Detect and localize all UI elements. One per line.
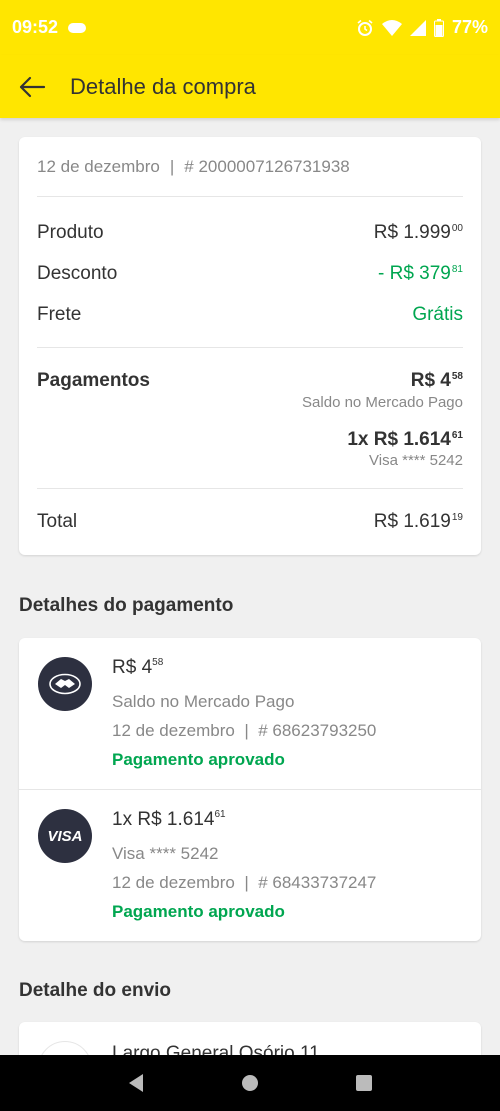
payment-method: Saldo no Mercado Pago: [112, 692, 295, 711]
payment-amount: 1x R$ 1.61461: [112, 809, 226, 830]
payment-amount: R$ 458: [112, 657, 164, 678]
payments-label: Pagamentos: [37, 370, 150, 391]
alarm-icon: [357, 19, 373, 36]
discount-value: - R$ 37981: [378, 263, 463, 284]
payment-date-id: 12 de dezembro | # 68433737247: [112, 873, 377, 892]
system-nav-bar: [0, 1055, 500, 1111]
status-time: 09:52: [12, 17, 59, 37]
location-icon: [38, 1041, 92, 1055]
discount-row: Desconto - R$ 37981: [37, 259, 463, 289]
total-value: R$ 1.61919: [373, 511, 463, 532]
arrow-left-icon: [19, 76, 46, 97]
shipping-label: Frete: [37, 304, 82, 325]
payment-status: Pagamento aprovado: [112, 902, 285, 921]
payment-2-row: 1x R$ 1.61461: [37, 428, 463, 452]
payment-item[interactable]: VISA 1x R$ 1.61461 Visa **** 5242 12 de …: [19, 790, 481, 941]
payment-2-value: 1x R$ 1.61461: [347, 429, 463, 450]
mercado-pago-handshake-icon: [38, 657, 92, 711]
summary-divider: [37, 488, 463, 489]
notification-icon: [68, 22, 87, 33]
payment-method: Visa **** 5242: [112, 844, 219, 863]
nav-recents-icon[interactable]: [355, 1074, 373, 1092]
payment-details-card: R$ 458 Saldo no Mercado Pago 12 de dezem…: [19, 638, 481, 941]
payment-1-method: Saldo no Mercado Pago: [302, 394, 463, 411]
status-icons: 77%: [356, 17, 488, 38]
order-separator: |: [169, 156, 175, 176]
back-button[interactable]: [0, 55, 64, 118]
discount-label: Desconto: [37, 263, 118, 284]
shipping-card[interactable]: Largo General Osório 11: [19, 1022, 481, 1055]
signal-icon: [409, 19, 426, 36]
payment-date-id: 12 de dezembro | # 68623793250: [112, 721, 377, 740]
nav-back-icon[interactable]: [127, 1073, 145, 1093]
order-date: 12 de dezembro: [37, 156, 160, 176]
summary-divider: [37, 347, 463, 348]
payment-2-method: Visa **** 5242: [369, 452, 463, 469]
order-info: 12 de dezembro | # 2000007126731938: [37, 137, 463, 197]
battery-icon: [433, 18, 444, 37]
product-label: Produto: [37, 222, 104, 243]
shipping-details-title: Detalhe do envio: [19, 980, 172, 1001]
product-value: R$ 1.99900: [373, 222, 463, 243]
payment-status: Pagamento aprovado: [112, 750, 285, 769]
shipping-value: Grátis: [412, 304, 463, 325]
payment-details-title: Detalhes do pagamento: [19, 595, 234, 616]
product-row: Produto R$ 1.99900: [37, 218, 463, 248]
payment-item-info: 1x R$ 1.61461 Visa **** 5242 12 de dezem…: [112, 809, 376, 926]
total-row: Total R$ 1.61919: [37, 507, 463, 537]
battery-percent: 77%: [451, 17, 488, 37]
visa-icon: VISA: [38, 809, 92, 863]
page-title: Detalhe da compra: [70, 73, 256, 99]
payments-row: Pagamentos R$ 458: [37, 368, 463, 394]
order-number: # 2000007126731938: [184, 156, 350, 176]
purchase-summary-card: 12 de dezembro | # 2000007126731938 Prod…: [19, 137, 481, 555]
wifi-icon: [381, 19, 402, 36]
payment-item[interactable]: R$ 458 Saldo no Mercado Pago 12 de dezem…: [19, 638, 481, 789]
status-bar: 09:52 77%: [0, 0, 500, 55]
shipping-row: Frete Grátis: [37, 300, 463, 330]
total-label: Total: [37, 511, 78, 532]
payment-1-value: R$ 458: [410, 370, 463, 391]
app-bar: Detalhe da compra: [0, 55, 500, 118]
payment-item-info: R$ 458 Saldo no Mercado Pago 12 de dezem…: [112, 657, 376, 774]
nav-home-icon[interactable]: [240, 1073, 260, 1093]
shipping-address: Largo General Osório 11: [112, 1043, 320, 1055]
scroll-content[interactable]: 12 de dezembro | # 2000007126731938 Prod…: [0, 118, 500, 1055]
